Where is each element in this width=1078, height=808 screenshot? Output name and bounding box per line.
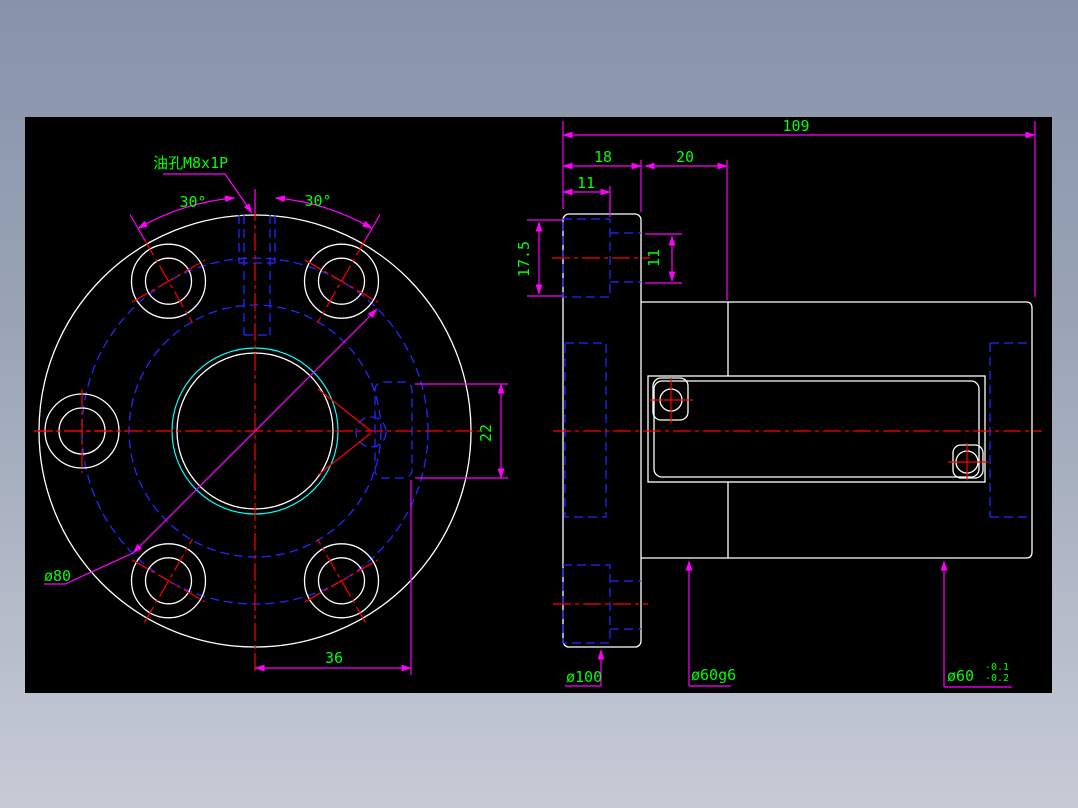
dim-label-20: 20: [676, 148, 694, 166]
dim-label-d60: ø60: [947, 667, 974, 685]
dim-label-d60-tol-upper: -0.1: [985, 662, 1009, 673]
dim-label-11-dia: 11: [645, 249, 663, 267]
dim-109: 109: [562, 117, 1036, 297]
keyway-hidden: [317, 381, 413, 479]
dim-label-36: 36: [325, 649, 343, 667]
bolt-hole-180: [34, 389, 130, 473]
dim-label-d100: ø100: [566, 668, 602, 686]
side-centerlines: [552, 257, 1042, 605]
cad-drawing: ø80 30° 30° 油孔M8x1P 22 36 109 18 20 11 1…: [34, 117, 1042, 688]
dim-label-angle-right: 30°: [304, 192, 331, 210]
dim-label-22: 22: [477, 424, 495, 442]
bolt-hole-60: [303, 239, 380, 324]
oil-hole-hidden-lines: [238, 215, 276, 336]
dim-label-18: 18: [594, 148, 612, 166]
dim-label-d60g6: ø60g6: [691, 666, 736, 684]
bolt-hole-300: [303, 538, 380, 623]
slot-outline: [647, 375, 988, 483]
dim-d60g6: ø60g6: [685, 560, 736, 687]
front-view: ø80 30° 30° 油孔M8x1P 22 36: [34, 154, 508, 675]
dim-11-dia: 11: [645, 233, 682, 284]
dim-label-d60-tol-lower: -0.2: [985, 673, 1009, 684]
dim-label-11-depth: 11: [577, 174, 595, 192]
body-outline: [641, 301, 1033, 559]
dim-11-depth: 11: [562, 174, 611, 217]
dim-d100: ø100: [565, 649, 605, 687]
dim-label-109: 109: [782, 117, 809, 135]
dim-label-angle-left: 30°: [179, 193, 206, 211]
side-view: 109 18 20 11 17.5 11 ø100 ø60g6 ø60 -0.1…: [515, 117, 1042, 688]
dim-bolt-circle: ø80: [44, 308, 378, 585]
dim-18-20: 18 20: [562, 148, 728, 300]
oil-hole-label: 油孔M8x1P: [153, 154, 228, 172]
bolt-hole-120: [130, 239, 207, 324]
bore-hidden-lines: [564, 342, 1032, 518]
dim-d60-tol: ø60 -0.1 -0.2: [940, 560, 1012, 688]
dim-label-17-5: 17.5: [515, 241, 533, 277]
bolt-hole-240: [130, 538, 207, 623]
cad-drawing-canvas[interactable]: ø80 30° 30° 油孔M8x1P 22 36 109 18 20 11 1…: [25, 117, 1052, 693]
dim-label-d80: ø80: [44, 567, 71, 585]
